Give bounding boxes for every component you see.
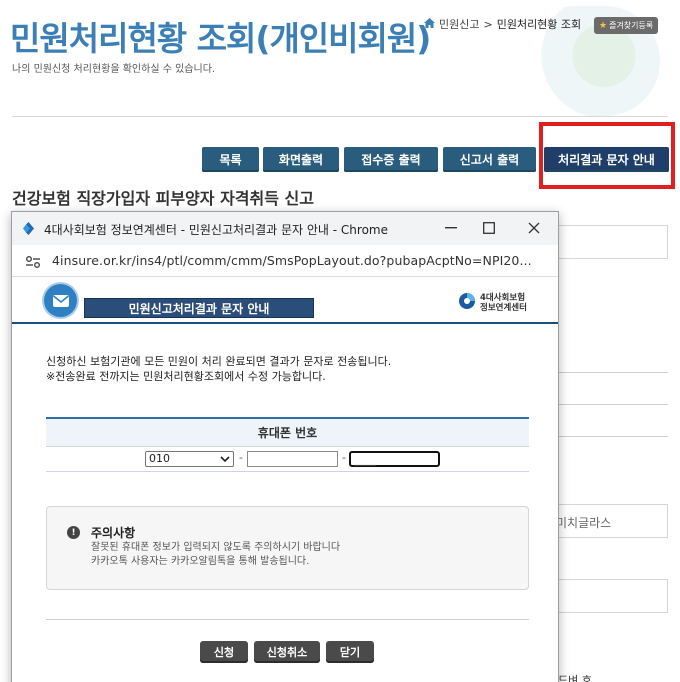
phone-row: 010 - - ____ — [46, 447, 529, 472]
breadcrumb-separator: > — [483, 17, 493, 31]
breadcrumb-current: 민원처리현황 조회 — [496, 18, 582, 31]
background-field-text: 미치글라스 — [556, 516, 612, 530]
brand-line1: 4대사회보험 — [480, 293, 526, 303]
mail-logo-icon — [44, 284, 77, 317]
page-title: 민원처리현황 조회(개인비회원) — [10, 19, 431, 58]
print-screen-button[interactable]: 화면출력 — [263, 147, 339, 172]
window-title: 4대사회보험 정보연계센터 - 민원신고처리결과 문자 안내 - Chrome — [44, 223, 388, 237]
favorite-label: 즐겨찾기등록 — [609, 21, 654, 30]
brand-line2: 정보연계센터 — [480, 303, 527, 313]
background-text: 드벼 호 — [558, 674, 592, 682]
alert-icon: ! — [67, 526, 80, 539]
divider — [12, 116, 668, 117]
close-icon[interactable] — [521, 216, 547, 240]
window-titlebar[interactable]: 4대사회보험 정보연계센터 - 민원신고처리결과 문자 안내 - Chrome — [12, 212, 558, 245]
phone-table: 휴대폰 번호 010 - - ____ — [46, 417, 529, 472]
chevron-down-icon — [220, 454, 230, 468]
phone-middle-input[interactable] — [247, 451, 338, 467]
button-divider — [46, 619, 529, 620]
highlight-box — [539, 122, 675, 189]
site-info-icon[interactable] — [25, 254, 41, 268]
notice-box: ! 주의사항 잘못된 휴대폰 정보가 입력되지 않도록 주의하시기 바랍니다 카… — [46, 506, 529, 590]
receipt-print-button[interactable]: 접수증 출력 — [344, 147, 438, 172]
phone-prefix-select[interactable]: 010 — [145, 451, 234, 467]
page-subtitle: 나의 민원신청 처리현황을 확인하실 수 있습니다. — [12, 64, 216, 75]
home-icon[interactable] — [424, 17, 435, 31]
notice-body: 잘못된 휴대폰 정보가 입력되지 않도록 주의하시기 바랍니다 카카오톡 사용자… — [91, 541, 340, 569]
chrome-icon — [21, 221, 36, 236]
page-root: 민원처리현황 조회(개인비회원) 나의 민원신청 처리현황을 확인하실 수 있습… — [0, 0, 680, 682]
background-field — [548, 579, 668, 613]
maximize-icon[interactable] — [476, 216, 502, 240]
message-line: ※전송완료 전까지는 민원처리현황조회에서 수정 가능합니다. — [46, 370, 326, 383]
header-divider — [12, 322, 558, 324]
notice-line: 잘못된 휴대폰 정보가 입력되지 않도록 주의하시기 바랍니다 — [91, 542, 341, 553]
favorite-button[interactable]: ★ 즐겨찾기등록 — [594, 17, 659, 34]
popup-header-title: 민원신고처리결과 문자 안내 — [84, 298, 314, 318]
phone-dash: - — [342, 451, 346, 464]
list-button[interactable]: 목록 — [202, 147, 259, 172]
notice-title: 주의사항 — [91, 526, 136, 540]
report-print-button[interactable]: 신고서 출력 — [443, 147, 536, 172]
breadcrumb: 민원신고 > 민원처리현황 조회 — [424, 16, 581, 32]
brand-logo-icon — [457, 291, 477, 315]
phone-last-input[interactable]: ____ — [349, 451, 440, 467]
url-text[interactable]: 4insure.or.kr/ins4/ptl/comm/cmm/SmsPopLa… — [52, 253, 532, 268]
address-bar[interactable]: 4insure.or.kr/ins4/ptl/comm/cmm/SmsPopLa… — [12, 245, 558, 277]
brand: 4대사회보험 정보연계센터 — [457, 291, 527, 315]
popup-window: 4대사회보험 정보연계센터 - 민원신고처리결과 문자 안내 - Chrome … — [11, 211, 559, 682]
star-icon: ★ — [599, 20, 608, 31]
breadcrumb-home[interactable]: 민원신고 — [439, 16, 479, 32]
sms-message: 신청하신 보험기관에 모든 민원이 처리 완료되면 결과가 문자로 전송됩니다.… — [46, 354, 391, 384]
notice-line: 카카오톡 사용자는 카카오알림톡을 통해 발송됩니다. — [91, 556, 310, 567]
apply-button[interactable]: 신청 — [200, 641, 248, 663]
phone-header: 휴대폰 번호 — [46, 417, 529, 447]
section-title: 건강보험 직장가입자 피부양자 자격취득 신고 — [12, 189, 314, 208]
close-button[interactable]: 닫기 — [326, 641, 374, 663]
cancel-apply-button[interactable]: 신청취소 — [254, 641, 320, 663]
message-line: 신청하신 보험기관에 모든 민원이 처리 완료되면 결과가 문자로 전송됩니다. — [46, 355, 392, 368]
phone-prefix-value: 010 — [149, 452, 170, 465]
phone-dash: - — [239, 451, 243, 464]
minimize-icon[interactable] — [438, 216, 464, 240]
